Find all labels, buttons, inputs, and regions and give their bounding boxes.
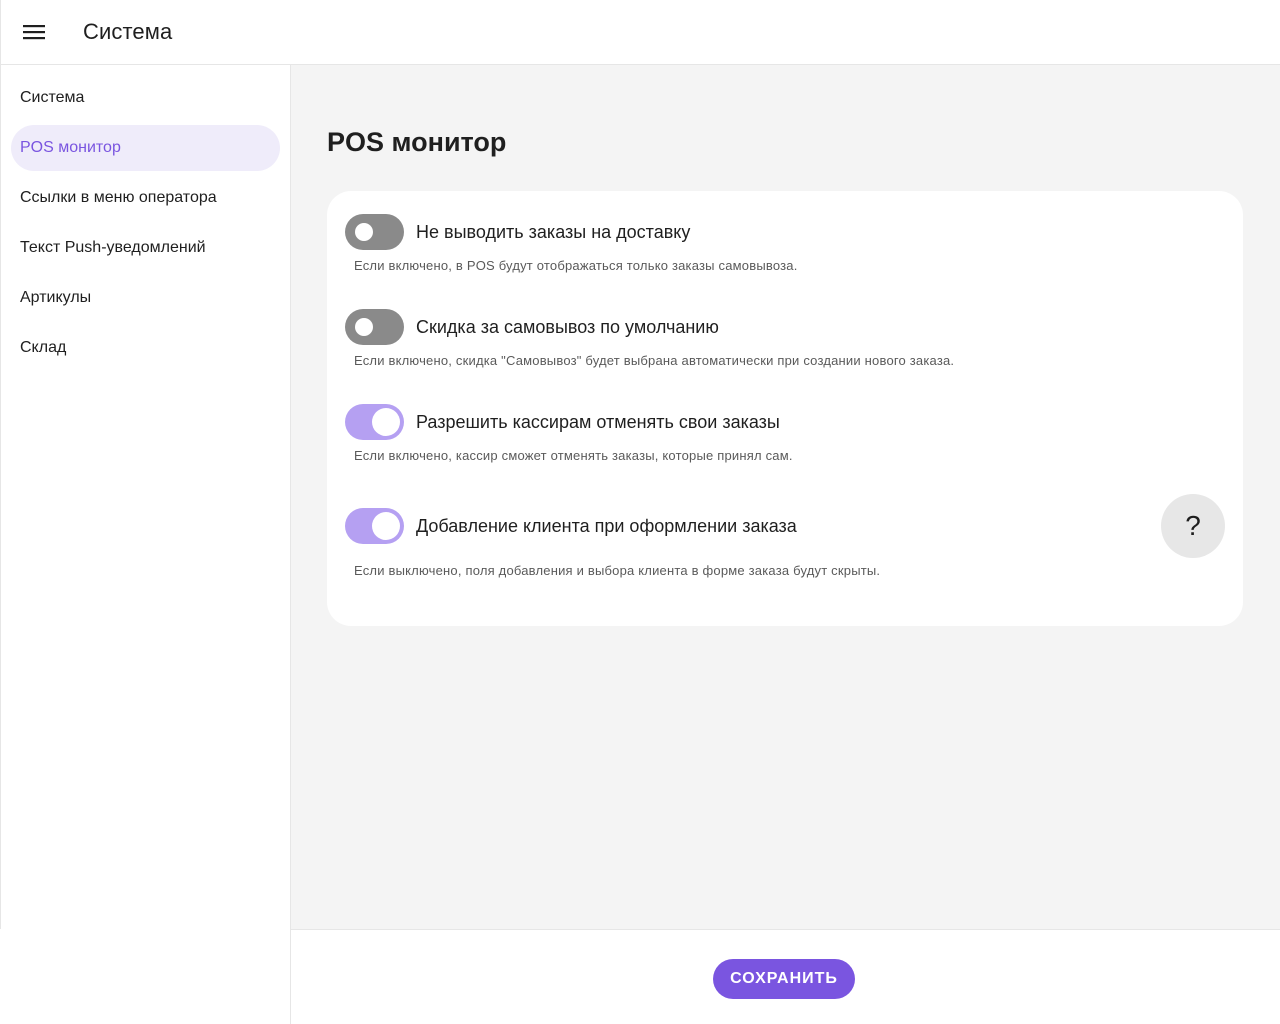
sidebar-item-system[interactable]: Система xyxy=(11,75,280,121)
setting-description: Если включено, кассир сможет отменять за… xyxy=(354,448,793,463)
hamburger-menu-icon xyxy=(23,25,45,40)
question-mark-icon: ? xyxy=(1185,510,1201,541)
top-app-bar: Система xyxy=(0,0,1280,65)
setting-pickup-discount-default: Скидка за самовывоз по умолчанию Если вк… xyxy=(345,309,1225,368)
menu-button[interactable] xyxy=(1,4,67,60)
setting-cashier-cancel-orders: Разрешить кассирам отменять свои заказы … xyxy=(345,404,1225,463)
toggle-pickup-discount-default[interactable] xyxy=(345,309,404,345)
setting-description: Если выключено, поля добавления и выбора… xyxy=(354,563,881,578)
sidebar-item-articles[interactable]: Артикулы xyxy=(11,275,280,321)
bottom-action-bar: СОХРАНИТЬ xyxy=(291,929,1280,1024)
setting-label: Добавление клиента при оформлении заказа xyxy=(416,515,797,536)
toggle-knob xyxy=(355,223,373,241)
sidebar-item-warehouse[interactable]: Склад xyxy=(11,325,280,371)
save-button[interactable]: СОХРАНИТЬ xyxy=(713,959,855,999)
sidebar-item-push-text[interactable]: Текст Push-уведомлений xyxy=(11,225,280,271)
sidebar: Система POS монитор Ссылки в меню операт… xyxy=(0,65,291,929)
app-root: Система Система POS монитор Ссылки в мен… xyxy=(0,0,1280,1024)
toggle-knob xyxy=(372,408,400,436)
setting-description: Если включено, в POS будут отображаться … xyxy=(354,258,798,273)
toggle-cashier-cancel-orders[interactable] xyxy=(345,404,404,440)
toggle-add-client-on-order[interactable] xyxy=(345,508,404,544)
sidebar-footer-area xyxy=(0,929,291,1024)
sidebar-item-operator-menu-links[interactable]: Ссылки в меню оператора xyxy=(11,175,280,221)
toggle-knob xyxy=(372,512,400,540)
setting-add-client-on-order: Добавление клиента при оформлении заказа… xyxy=(345,508,1225,578)
setting-description: Если включено, скидка "Самовывоз" будет … xyxy=(354,353,955,368)
page-title: POS монитор xyxy=(327,127,507,157)
app-title: Система xyxy=(83,19,173,44)
sidebar-item-pos-monitor[interactable]: POS монитор xyxy=(11,125,280,171)
setting-no-delivery-orders: Не выводить заказы на доставку Если вклю… xyxy=(345,214,1225,273)
help-button[interactable]: ? xyxy=(1161,494,1225,558)
toggle-knob xyxy=(355,318,373,336)
setting-label: Не выводить заказы на доставку xyxy=(416,221,691,242)
main-content: POS монитор Не выводить заказы на достав… xyxy=(291,65,1280,929)
setting-label: Разрешить кассирам отменять свои заказы xyxy=(416,411,780,432)
setting-label: Скидка за самовывоз по умолчанию xyxy=(416,316,719,337)
settings-card: Не выводить заказы на доставку Если вклю… xyxy=(327,191,1243,626)
toggle-no-delivery-orders[interactable] xyxy=(345,214,404,250)
